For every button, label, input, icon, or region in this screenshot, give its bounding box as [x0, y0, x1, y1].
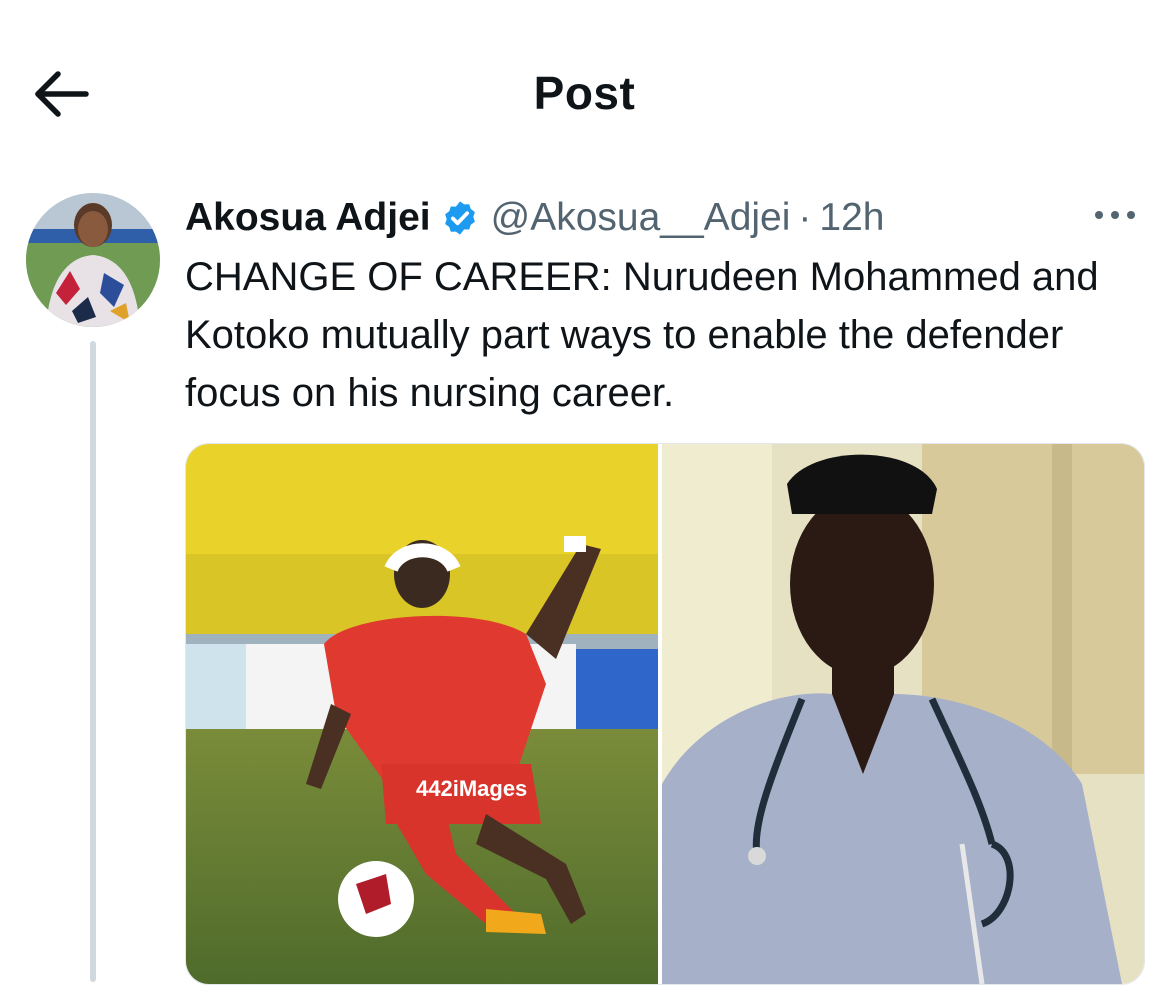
football-player-photo[interactable]: 442iMages [186, 444, 658, 984]
nurse-with-stethoscope-photo[interactable] [661, 444, 1144, 984]
tweet-header: Akosua Adjei @Akosua__Adjei · 12h [185, 190, 884, 246]
author-name[interactable]: Akosua Adjei [185, 196, 431, 240]
photo-watermark: 442iMages [416, 776, 527, 801]
more-options-icon[interactable] [1090, 200, 1140, 230]
top-bar: Post [0, 0, 1169, 185]
avatar[interactable] [26, 193, 160, 327]
media-grid: 442iMages [185, 443, 1145, 985]
thread-line [90, 341, 96, 982]
page-title: Post [533, 67, 636, 119]
separator-dot: · [798, 196, 812, 239]
author-handle[interactable]: @Akosua__Adjei [491, 196, 791, 240]
post-time[interactable]: 12h [819, 196, 884, 240]
verified-badge-icon [441, 199, 479, 237]
tweet-text: CHANGE OF CAREER: Nurudeen Mohammed and … [185, 255, 1099, 415]
